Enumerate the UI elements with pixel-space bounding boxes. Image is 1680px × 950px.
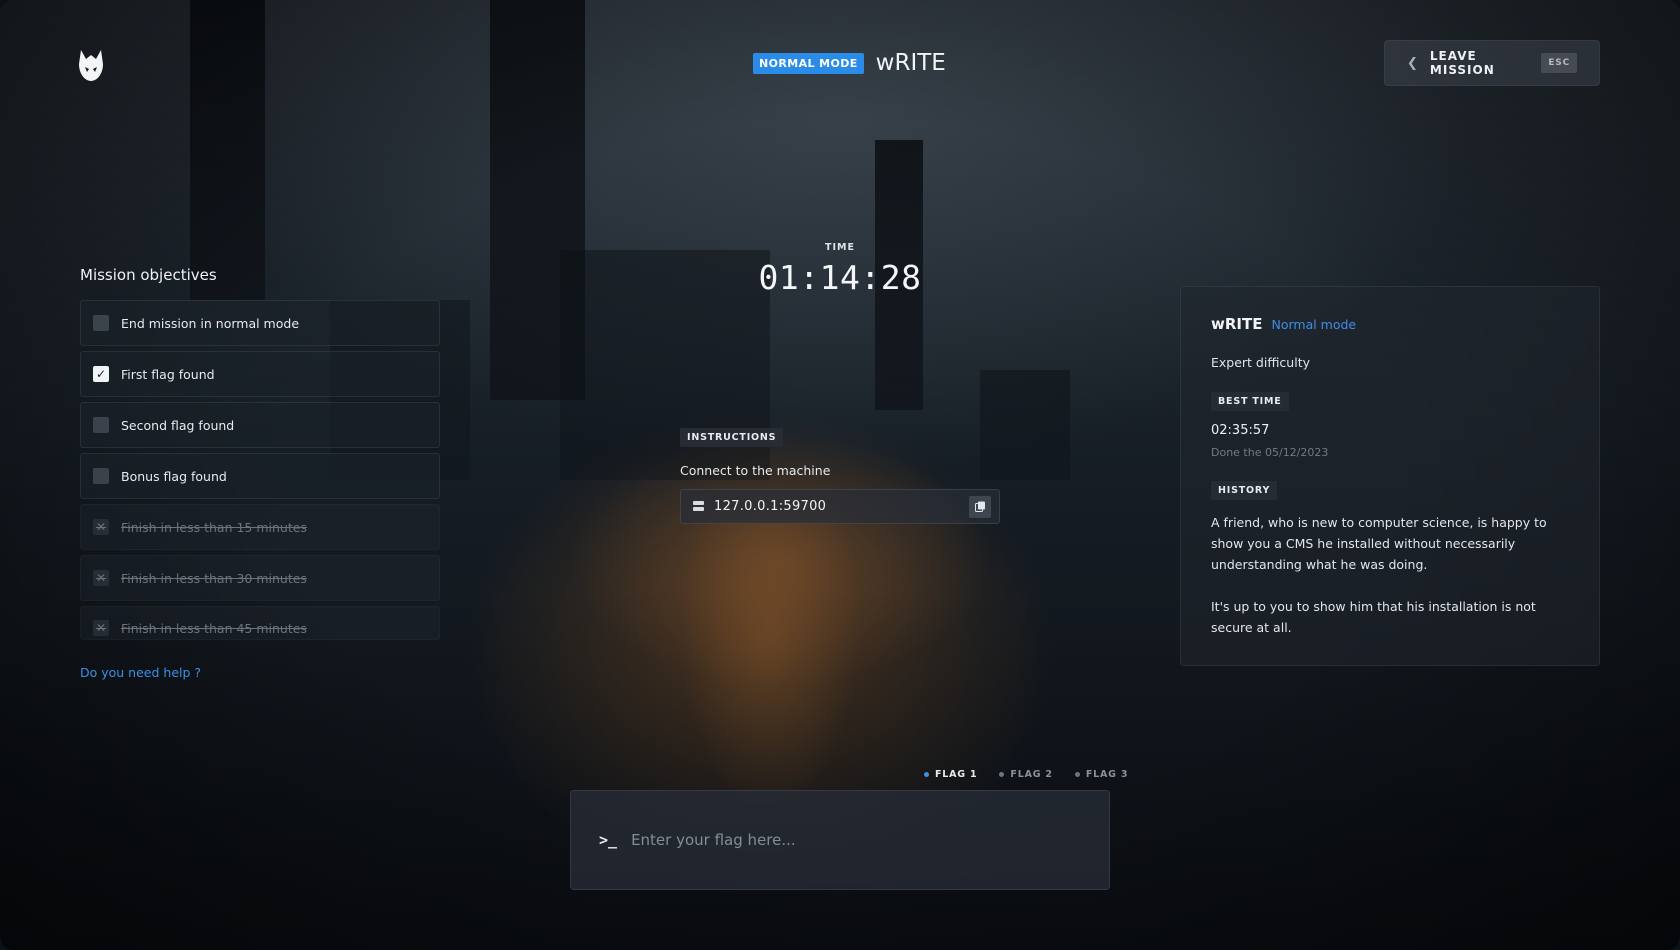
mission-header: NORMAL MODE wRITE	[753, 50, 946, 76]
objective-item: ✓ First flag found	[80, 351, 440, 397]
copy-button[interactable]	[969, 495, 991, 518]
dot-icon	[999, 772, 1005, 777]
leave-mission-label: LEAVE MISSION	[1429, 49, 1495, 77]
leave-mission-button[interactable]: ❮ LEAVE MISSION ESC	[1384, 40, 1600, 86]
dot-icon	[1074, 772, 1080, 777]
objective-label: Finish in less than 15 minutes	[121, 519, 307, 535]
cross-icon: ✕	[93, 519, 109, 535]
copy-icon	[974, 501, 985, 512]
info-header: wRITE Normal mode	[1211, 315, 1569, 333]
objective-item: Bonus flag found	[80, 453, 440, 499]
flag-tabs: FLAG 1 FLAG 2 FLAG 3	[924, 769, 1128, 780]
logo-icon[interactable]	[78, 48, 104, 82]
objective-checkbox	[93, 468, 109, 484]
best-time-value: 02:35:57	[1211, 423, 1270, 438]
cross-icon: ✕	[93, 570, 109, 586]
best-time-tag: BEST TIME	[1211, 392, 1289, 411]
tab-flag-1[interactable]: FLAG 1	[924, 769, 977, 780]
mission-title: wRITE	[875, 50, 946, 76]
instructions-tag: INSTRUCTIONS	[680, 428, 784, 447]
history-paragraph: A friend, who is new to computer science…	[1211, 515, 1547, 572]
objective-item-failed: ✕ Finish in less than 45 minutes	[80, 606, 440, 640]
mode-badge: NORMAL MODE	[753, 52, 864, 74]
history-text: A friend, who is new to computer science…	[1211, 512, 1569, 638]
difficulty-text: Expert difficulty	[1211, 355, 1310, 370]
objectives-title: Mission objectives	[80, 266, 217, 284]
objective-label: Finish in less than 45 minutes	[121, 621, 307, 636]
terminal-prompt-icon: >_	[599, 831, 618, 849]
active-dot-icon	[924, 772, 929, 777]
tab-label: FLAG 1	[935, 769, 978, 780]
server-icon	[693, 501, 704, 512]
mission-screen: NORMAL MODE wRITE ❮ LEAVE MISSION ESC Mi…	[0, 0, 1680, 950]
info-mode: Normal mode	[1271, 317, 1357, 332]
objective-checkbox	[93, 315, 109, 331]
objective-label: Finish in less than 30 minutes	[121, 570, 307, 586]
flag-input[interactable]	[631, 831, 1081, 849]
tab-flag-3[interactable]: FLAG 3	[1074, 769, 1129, 780]
info-title: wRITE	[1211, 315, 1263, 333]
cross-icon: ✕	[93, 620, 109, 636]
tab-label: FLAG 2	[1010, 769, 1053, 780]
objective-label: Second flag found	[121, 417, 235, 433]
history-paragraph: It's up to you to show him that his inst…	[1211, 599, 1536, 635]
instructions-text: Connect to the machine	[680, 463, 831, 478]
objective-label: First flag found	[121, 366, 215, 382]
objective-item-failed: ✕ Finish in less than 30 minutes	[80, 555, 440, 601]
history-tag: HISTORY	[1211, 481, 1278, 500]
tab-label: FLAG 3	[1085, 769, 1129, 780]
objective-checkbox	[93, 417, 109, 433]
objective-item-failed: ✕ Finish in less than 15 minutes	[80, 504, 440, 550]
time-label: TIME	[825, 242, 855, 253]
timer-value: 01:14:28	[758, 258, 922, 297]
objective-label: Bonus flag found	[121, 468, 227, 484]
objective-label: End mission in normal mode	[121, 315, 300, 331]
checkmark-icon: ✓	[93, 366, 109, 382]
esc-shortcut-key: ESC	[1541, 53, 1577, 73]
tab-flag-2[interactable]: FLAG 2	[999, 769, 1052, 780]
mission-info-panel: wRITE Normal mode Expert difficulty BEST…	[1180, 286, 1600, 666]
help-link[interactable]: Do you need help ?	[80, 665, 201, 680]
machine-address-field[interactable]: 127.0.0.1:59700	[680, 489, 1000, 524]
machine-address: 127.0.0.1:59700	[714, 499, 827, 514]
flag-entry-box: >_	[570, 790, 1110, 890]
objective-item: Second flag found	[80, 402, 440, 448]
done-date: Done the 05/12/2023	[1211, 446, 1329, 459]
objective-item: End mission in normal mode	[80, 300, 440, 346]
objectives-list: End mission in normal mode ✓ First flag …	[80, 300, 440, 645]
chevron-left-icon: ❮	[1407, 55, 1418, 71]
